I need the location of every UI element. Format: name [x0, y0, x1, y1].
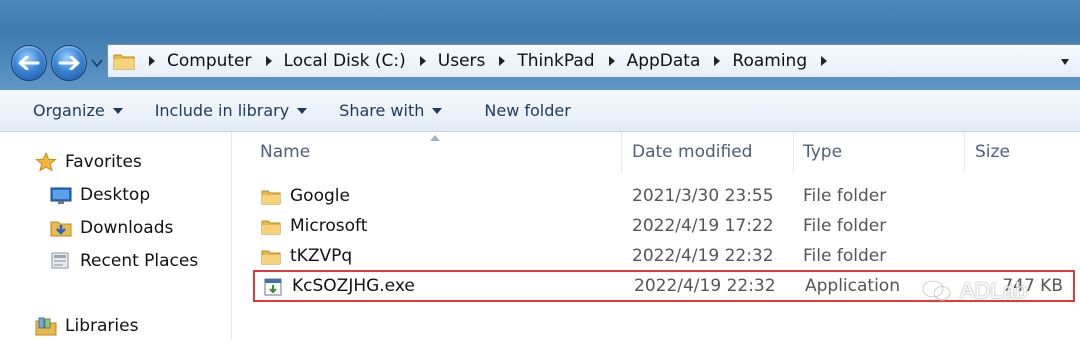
breadcrumb-segment[interactable]: Local Disk (C:): [252, 45, 406, 77]
chevron-down-icon: [297, 107, 308, 114]
file-type: File folder: [803, 186, 887, 206]
breadcrumb-chevron-icon[interactable]: [147, 55, 157, 67]
file-name: Microsoft: [290, 216, 368, 236]
chevron-down-icon: [432, 107, 443, 114]
folder-icon: [261, 190, 281, 205]
chat-bubbles-icon: [922, 280, 951, 301]
file-date: 2022/4/19 17:22: [632, 216, 774, 236]
forward-button[interactable]: [51, 45, 87, 81]
desktop-icon: [50, 187, 72, 204]
downloads-icon: [50, 221, 72, 237]
command-bar: Organize Include in library Share with N…: [0, 90, 1080, 132]
nav-item-label: Desktop: [80, 185, 151, 205]
breadcrumb-segment[interactable]: Roaming: [700, 45, 807, 77]
breadcrumb-appdata[interactable]: AppData: [627, 51, 701, 71]
back-button[interactable]: [11, 45, 47, 81]
breadcrumb-users[interactable]: Users: [438, 51, 486, 71]
organize-label: Organize: [33, 101, 105, 120]
nav-libraries[interactable]: Libraries: [35, 316, 138, 336]
favorites-label: Favorites: [65, 152, 142, 172]
forward-arrow-icon: [58, 56, 80, 70]
include-in-library-button[interactable]: Include in library: [155, 90, 319, 131]
nav-item-desktop[interactable]: Desktop: [50, 185, 150, 205]
address-history-dropdown-icon[interactable]: [1060, 58, 1070, 66]
nav-item-label: Downloads: [80, 218, 174, 238]
column-header-size[interactable]: Size: [975, 132, 1075, 172]
address-bar[interactable]: Computer Local Disk (C:) Users ThinkPad …: [107, 44, 1080, 78]
breadcrumb-computer[interactable]: Computer: [167, 51, 252, 71]
application-icon: [264, 278, 282, 296]
watermark: ADLab: [922, 278, 1027, 304]
column-header-label: Type: [803, 142, 843, 162]
file-name: KcSOZJHG.exe: [292, 276, 415, 296]
breadcrumb-thinkpad[interactable]: ThinkPad: [517, 51, 594, 71]
column-divider[interactable]: [793, 132, 794, 172]
folder-icon: [261, 250, 281, 265]
file-name: tKZVPq: [290, 246, 353, 266]
share-with-label: Share with: [339, 101, 425, 120]
recent-places-icon: [51, 252, 69, 269]
organize-button[interactable]: Organize: [33, 90, 135, 131]
breadcrumb-chevron-icon[interactable]: [712, 55, 722, 67]
file-row-google[interactable]: Google 2021/3/30 23:55 File folder: [253, 182, 1073, 212]
share-with-button[interactable]: Share with: [339, 90, 454, 131]
file-date: 2021/3/30 23:55: [632, 186, 774, 206]
file-type: File folder: [803, 246, 887, 266]
breadcrumb-segment[interactable]: ThinkPad: [485, 45, 595, 77]
file-date: 2022/4/19 22:32: [632, 246, 774, 266]
column-header-name[interactable]: Name: [260, 132, 620, 172]
column-header-label: Name: [260, 142, 311, 162]
column-divider[interactable]: [621, 132, 622, 172]
column-header-type[interactable]: Type: [803, 132, 963, 172]
file-type: Application: [805, 276, 900, 296]
file-list: Name Date modified Type Size Google 2021…: [233, 132, 1080, 340]
new-folder-label: New folder: [484, 101, 571, 120]
nav-item-label: Recent Places: [80, 251, 199, 271]
breadcrumb-segment[interactable]: AppData: [595, 45, 701, 77]
folder-icon: [261, 220, 281, 235]
breadcrumb-chevron-icon[interactable]: [497, 55, 507, 67]
nav-item-recent-places[interactable]: Recent Places: [50, 251, 198, 271]
file-date: 2022/4/19 22:32: [634, 276, 776, 296]
file-row-tkzvpq[interactable]: tKZVPq 2022/4/19 22:32 File folder: [253, 242, 1073, 272]
new-folder-button[interactable]: New folder: [484, 90, 582, 131]
chevron-down-icon: [112, 107, 123, 114]
column-header-date-modified[interactable]: Date modified: [632, 132, 792, 172]
watermark-text: ADLab: [960, 278, 1028, 303]
navigation-pane: Favorites Desktop Downloads Recent Place…: [0, 132, 232, 340]
file-type: File folder: [803, 216, 887, 236]
back-arrow-icon: [18, 56, 40, 70]
column-header-label: Size: [975, 142, 1010, 162]
star-icon: [35, 152, 57, 172]
breadcrumb-chevron-icon[interactable]: [418, 55, 428, 67]
window-titlebar: Computer Local Disk (C:) Users ThinkPad …: [0, 0, 1080, 90]
libraries-label: Libraries: [65, 316, 139, 336]
breadcrumb-local-disk[interactable]: Local Disk (C:): [284, 51, 406, 71]
file-row-microsoft[interactable]: Microsoft 2022/4/19 17:22 File folder: [253, 212, 1073, 242]
nav-item-downloads[interactable]: Downloads: [50, 218, 173, 238]
breadcrumb-segment[interactable]: Computer: [135, 45, 252, 77]
column-divider[interactable]: [964, 132, 965, 172]
breadcrumb-roaming[interactable]: Roaming: [732, 51, 807, 71]
breadcrumb-chevron-icon[interactable]: [819, 55, 829, 67]
column-header-label: Date modified: [632, 142, 753, 162]
breadcrumb-chevron-icon[interactable]: [264, 55, 274, 67]
breadcrumb-chevron-icon[interactable]: [607, 55, 617, 67]
file-name: Google: [290, 186, 350, 206]
breadcrumb-segment[interactable]: Users: [406, 45, 486, 77]
include-in-library-label: Include in library: [154, 101, 290, 120]
folder-icon: [113, 54, 135, 70]
nav-favorites[interactable]: Favorites: [35, 152, 142, 172]
recent-pages-dropdown-icon[interactable]: [91, 58, 103, 68]
libraries-icon: [35, 317, 57, 336]
